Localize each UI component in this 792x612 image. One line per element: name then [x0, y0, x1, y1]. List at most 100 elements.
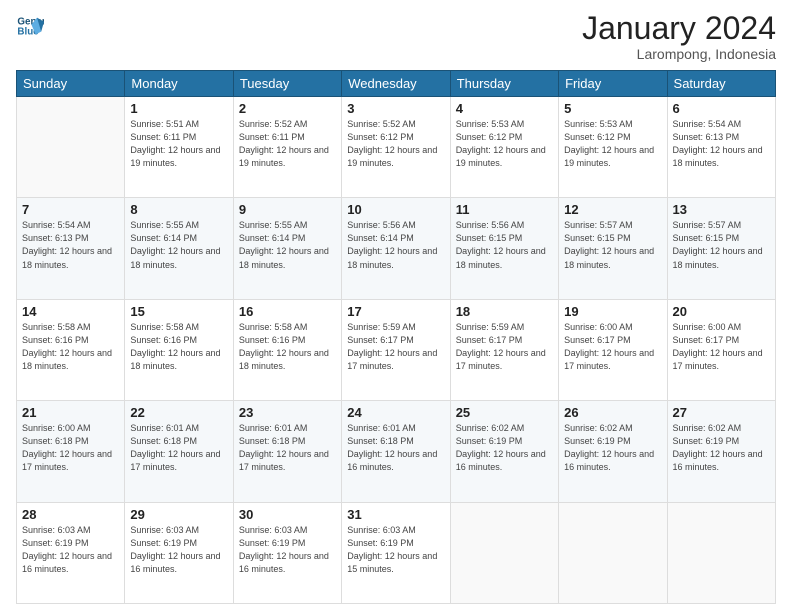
table-row: 29 Sunrise: 6:03 AM Sunset: 6:19 PM Dayl… [125, 502, 233, 603]
table-row: 18 Sunrise: 5:59 AM Sunset: 6:17 PM Dayl… [450, 299, 558, 400]
day-info: Sunrise: 5:53 AM Sunset: 6:12 PM Dayligh… [456, 118, 553, 170]
day-info: Sunrise: 5:51 AM Sunset: 6:11 PM Dayligh… [130, 118, 227, 170]
day-number: 26 [564, 405, 661, 420]
day-info: Sunrise: 6:03 AM Sunset: 6:19 PM Dayligh… [22, 524, 119, 576]
day-number: 6 [673, 101, 770, 116]
day-info: Sunrise: 5:57 AM Sunset: 6:15 PM Dayligh… [673, 219, 770, 271]
table-row: 21 Sunrise: 6:00 AM Sunset: 6:18 PM Dayl… [17, 401, 125, 502]
day-info: Sunrise: 5:54 AM Sunset: 6:13 PM Dayligh… [22, 219, 119, 271]
location: Larompong, Indonesia [582, 46, 776, 62]
table-row: 22 Sunrise: 6:01 AM Sunset: 6:18 PM Dayl… [125, 401, 233, 502]
day-info: Sunrise: 5:58 AM Sunset: 6:16 PM Dayligh… [22, 321, 119, 373]
table-row: 5 Sunrise: 5:53 AM Sunset: 6:12 PM Dayli… [559, 97, 667, 198]
day-number: 14 [22, 304, 119, 319]
table-row: 9 Sunrise: 5:55 AM Sunset: 6:14 PM Dayli… [233, 198, 341, 299]
month-title: January 2024 [582, 12, 776, 44]
table-row: 16 Sunrise: 5:58 AM Sunset: 6:16 PM Dayl… [233, 299, 341, 400]
header-wednesday: Wednesday [342, 71, 450, 97]
day-number: 9 [239, 202, 336, 217]
day-number: 20 [673, 304, 770, 319]
day-info: Sunrise: 5:59 AM Sunset: 6:17 PM Dayligh… [347, 321, 444, 373]
day-info: Sunrise: 6:02 AM Sunset: 6:19 PM Dayligh… [673, 422, 770, 474]
day-info: Sunrise: 5:52 AM Sunset: 6:11 PM Dayligh… [239, 118, 336, 170]
day-number: 31 [347, 507, 444, 522]
day-number: 10 [347, 202, 444, 217]
table-row: 23 Sunrise: 6:01 AM Sunset: 6:18 PM Dayl… [233, 401, 341, 502]
table-row: 1 Sunrise: 5:51 AM Sunset: 6:11 PM Dayli… [125, 97, 233, 198]
table-row: 3 Sunrise: 5:52 AM Sunset: 6:12 PM Dayli… [342, 97, 450, 198]
day-info: Sunrise: 5:53 AM Sunset: 6:12 PM Dayligh… [564, 118, 661, 170]
table-row: 14 Sunrise: 5:58 AM Sunset: 6:16 PM Dayl… [17, 299, 125, 400]
day-info: Sunrise: 6:00 AM Sunset: 6:18 PM Dayligh… [22, 422, 119, 474]
header-sunday: Sunday [17, 71, 125, 97]
day-info: Sunrise: 6:03 AM Sunset: 6:19 PM Dayligh… [239, 524, 336, 576]
table-row: 27 Sunrise: 6:02 AM Sunset: 6:19 PM Dayl… [667, 401, 775, 502]
table-row: 12 Sunrise: 5:57 AM Sunset: 6:15 PM Dayl… [559, 198, 667, 299]
day-info: Sunrise: 5:59 AM Sunset: 6:17 PM Dayligh… [456, 321, 553, 373]
day-info: Sunrise: 5:58 AM Sunset: 6:16 PM Dayligh… [239, 321, 336, 373]
calendar-table: Sunday Monday Tuesday Wednesday Thursday… [16, 70, 776, 604]
title-block: January 2024 Larompong, Indonesia [582, 12, 776, 62]
table-row: 17 Sunrise: 5:59 AM Sunset: 6:17 PM Dayl… [342, 299, 450, 400]
day-number: 12 [564, 202, 661, 217]
day-info: Sunrise: 5:56 AM Sunset: 6:14 PM Dayligh… [347, 219, 444, 271]
table-row: 4 Sunrise: 5:53 AM Sunset: 6:12 PM Dayli… [450, 97, 558, 198]
day-info: Sunrise: 6:03 AM Sunset: 6:19 PM Dayligh… [347, 524, 444, 576]
calendar-week-row: 28 Sunrise: 6:03 AM Sunset: 6:19 PM Dayl… [17, 502, 776, 603]
day-info: Sunrise: 5:55 AM Sunset: 6:14 PM Dayligh… [130, 219, 227, 271]
table-row: 8 Sunrise: 5:55 AM Sunset: 6:14 PM Dayli… [125, 198, 233, 299]
day-number: 22 [130, 405, 227, 420]
table-row [17, 97, 125, 198]
table-row [450, 502, 558, 603]
table-row: 24 Sunrise: 6:01 AM Sunset: 6:18 PM Dayl… [342, 401, 450, 502]
table-row: 19 Sunrise: 6:00 AM Sunset: 6:17 PM Dayl… [559, 299, 667, 400]
day-number: 23 [239, 405, 336, 420]
calendar-week-row: 14 Sunrise: 5:58 AM Sunset: 6:16 PM Dayl… [17, 299, 776, 400]
header-thursday: Thursday [450, 71, 558, 97]
header: General Blue January 2024 Larompong, Ind… [16, 12, 776, 62]
logo: General Blue [16, 12, 44, 40]
table-row: 2 Sunrise: 5:52 AM Sunset: 6:11 PM Dayli… [233, 97, 341, 198]
table-row: 30 Sunrise: 6:03 AM Sunset: 6:19 PM Dayl… [233, 502, 341, 603]
table-row: 20 Sunrise: 6:00 AM Sunset: 6:17 PM Dayl… [667, 299, 775, 400]
day-number: 13 [673, 202, 770, 217]
table-row [667, 502, 775, 603]
day-number: 30 [239, 507, 336, 522]
day-number: 11 [456, 202, 553, 217]
day-info: Sunrise: 5:57 AM Sunset: 6:15 PM Dayligh… [564, 219, 661, 271]
day-info: Sunrise: 6:03 AM Sunset: 6:19 PM Dayligh… [130, 524, 227, 576]
day-number: 29 [130, 507, 227, 522]
calendar-week-row: 1 Sunrise: 5:51 AM Sunset: 6:11 PM Dayli… [17, 97, 776, 198]
day-number: 3 [347, 101, 444, 116]
day-number: 1 [130, 101, 227, 116]
day-number: 4 [456, 101, 553, 116]
calendar-week-row: 7 Sunrise: 5:54 AM Sunset: 6:13 PM Dayli… [17, 198, 776, 299]
table-row: 7 Sunrise: 5:54 AM Sunset: 6:13 PM Dayli… [17, 198, 125, 299]
day-number: 17 [347, 304, 444, 319]
table-row: 25 Sunrise: 6:02 AM Sunset: 6:19 PM Dayl… [450, 401, 558, 502]
day-number: 7 [22, 202, 119, 217]
table-row: 11 Sunrise: 5:56 AM Sunset: 6:15 PM Dayl… [450, 198, 558, 299]
day-number: 2 [239, 101, 336, 116]
day-info: Sunrise: 6:02 AM Sunset: 6:19 PM Dayligh… [456, 422, 553, 474]
day-number: 5 [564, 101, 661, 116]
weekday-header-row: Sunday Monday Tuesday Wednesday Thursday… [17, 71, 776, 97]
day-info: Sunrise: 5:54 AM Sunset: 6:13 PM Dayligh… [673, 118, 770, 170]
day-number: 8 [130, 202, 227, 217]
day-info: Sunrise: 6:02 AM Sunset: 6:19 PM Dayligh… [564, 422, 661, 474]
header-monday: Monday [125, 71, 233, 97]
day-info: Sunrise: 5:52 AM Sunset: 6:12 PM Dayligh… [347, 118, 444, 170]
day-number: 19 [564, 304, 661, 319]
calendar-week-row: 21 Sunrise: 6:00 AM Sunset: 6:18 PM Dayl… [17, 401, 776, 502]
table-row: 10 Sunrise: 5:56 AM Sunset: 6:14 PM Dayl… [342, 198, 450, 299]
header-tuesday: Tuesday [233, 71, 341, 97]
logo-icon: General Blue [16, 12, 44, 40]
table-row: 15 Sunrise: 5:58 AM Sunset: 6:16 PM Dayl… [125, 299, 233, 400]
day-number: 15 [130, 304, 227, 319]
day-number: 18 [456, 304, 553, 319]
day-info: Sunrise: 6:01 AM Sunset: 6:18 PM Dayligh… [130, 422, 227, 474]
day-info: Sunrise: 5:55 AM Sunset: 6:14 PM Dayligh… [239, 219, 336, 271]
day-number: 24 [347, 405, 444, 420]
day-number: 28 [22, 507, 119, 522]
day-number: 25 [456, 405, 553, 420]
